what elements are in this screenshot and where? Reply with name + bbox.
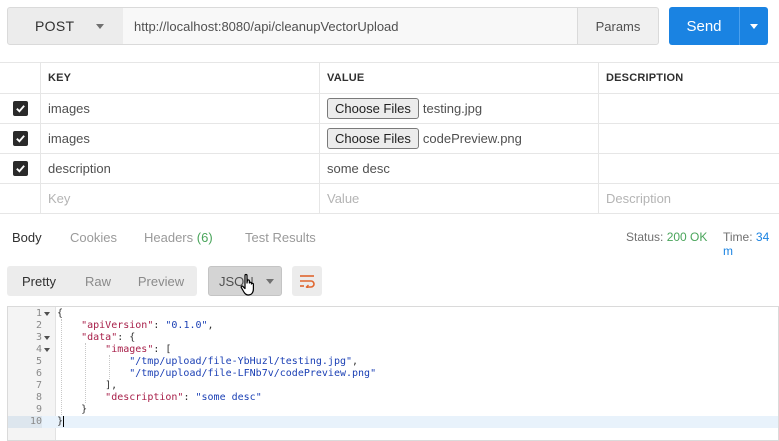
response-body-editor[interactable]: 1 { 2 "apiVersion": "0.1.0", 3 "data": {…	[7, 306, 779, 441]
description-field[interactable]	[598, 124, 779, 153]
tab-test-results[interactable]: Test Results	[245, 230, 316, 245]
code-line-current: 10 }	[8, 416, 778, 428]
chevron-down-icon	[96, 23, 105, 29]
code-line: 6 "/tmp/upload/file-LFNb7v/codePreview.p…	[35, 368, 377, 379]
value-placeholder[interactable]: Value	[319, 184, 598, 213]
choose-files-button[interactable]: Choose Files	[327, 128, 419, 149]
key-field[interactable]: description	[40, 154, 319, 183]
json-line: "/tmp/upload/file-LFNb7v/codePreview.png…	[129, 368, 377, 379]
fold-toggle-icon[interactable]	[44, 312, 50, 316]
json-line: "data": {	[81, 332, 136, 343]
header-description: DESCRIPTION	[598, 63, 779, 93]
description-field[interactable]	[598, 94, 779, 123]
description-placeholder[interactable]: Description	[598, 184, 779, 213]
send-options-button[interactable]	[739, 7, 768, 45]
table-row-new: Key Value Description	[0, 184, 779, 214]
headers-count: (6)	[196, 230, 213, 245]
value-field: Choose Files testing.jpg	[319, 94, 598, 123]
time-indicator: Time: 34 m	[723, 230, 779, 258]
choose-files-button[interactable]: Choose Files	[327, 98, 419, 119]
fold-toggle-icon[interactable]	[44, 348, 50, 352]
method-dropdown[interactable]: POST	[7, 7, 124, 45]
text-caret	[63, 416, 65, 427]
code-line: 1 {	[35, 308, 64, 319]
status-value: 200 OK	[666, 230, 708, 244]
header-key: KEY	[40, 63, 319, 93]
row-checkbox[interactable]	[12, 131, 28, 146]
wrap-lines-button[interactable]	[292, 266, 322, 296]
checkmark-icon	[15, 105, 25, 113]
checkmark-icon	[15, 135, 25, 143]
json-line: "description": "some desc"	[105, 392, 262, 403]
tab-headers[interactable]: Headers (6)	[144, 230, 213, 245]
code-line: 7 ],	[35, 380, 118, 391]
table-row: images Choose Files codePreview.png	[0, 124, 779, 154]
file-name: codePreview.png	[422, 131, 522, 146]
table-row: description some desc	[0, 154, 779, 184]
chevron-down-icon	[750, 23, 758, 29]
code-line: 4 "images": [	[35, 344, 172, 355]
table-header-row: KEY VALUE DESCRIPTION	[0, 62, 779, 94]
checkmark-icon	[15, 165, 25, 173]
key-field[interactable]: images	[40, 124, 319, 153]
code-line: 9 }	[35, 404, 88, 415]
code-line: 2 "apiVersion": "0.1.0",	[35, 320, 214, 331]
time-label: Time:	[723, 230, 753, 244]
key-field[interactable]: images	[40, 94, 319, 123]
row-checkbox[interactable]	[12, 161, 28, 176]
value-field: Choose Files codePreview.png	[319, 124, 598, 153]
wrap-lines-icon	[300, 275, 315, 288]
json-line: "apiVersion": "0.1.0",	[81, 320, 214, 331]
status-indicator: Status: 200 OK	[626, 230, 707, 244]
json-line: }	[57, 416, 65, 427]
key-placeholder[interactable]: Key	[40, 184, 319, 213]
code-line: 5 "/tmp/upload/file-YbHuzl/testing.jpg",	[35, 356, 359, 367]
code-line: 3 "data": {	[35, 332, 136, 343]
tab-cookies[interactable]: Cookies	[70, 230, 117, 245]
table-row: images Choose Files testing.jpg	[0, 94, 779, 124]
header-value: VALUE	[319, 63, 598, 93]
url-input[interactable]: http://localhost:8080/api/cleanupVectorU…	[123, 7, 578, 45]
row-checkbox[interactable]	[12, 101, 28, 116]
tab-body[interactable]: Body	[12, 230, 42, 245]
json-line: "images": [	[105, 344, 172, 355]
status-label: Status:	[626, 230, 664, 244]
params-button[interactable]: Params	[577, 7, 659, 45]
tab-headers-label: Headers	[144, 230, 194, 245]
hand-cursor-icon	[240, 273, 254, 296]
view-pretty-button[interactable]: Pretty	[7, 266, 71, 296]
view-raw-button[interactable]: Raw	[71, 266, 125, 296]
view-preview-button[interactable]: Preview	[125, 266, 197, 296]
value-field[interactable]: some desc	[319, 154, 598, 183]
code-line: 8 "description": "some desc"	[35, 392, 262, 403]
method-label: POST	[35, 18, 75, 34]
file-name: testing.jpg	[422, 101, 483, 116]
chevron-down-icon	[265, 278, 274, 284]
send-button[interactable]: Send	[669, 7, 739, 45]
description-field[interactable]	[598, 154, 779, 183]
fold-toggle-icon[interactable]	[44, 336, 50, 340]
json-line: "/tmp/upload/file-YbHuzl/testing.jpg",	[129, 356, 359, 367]
